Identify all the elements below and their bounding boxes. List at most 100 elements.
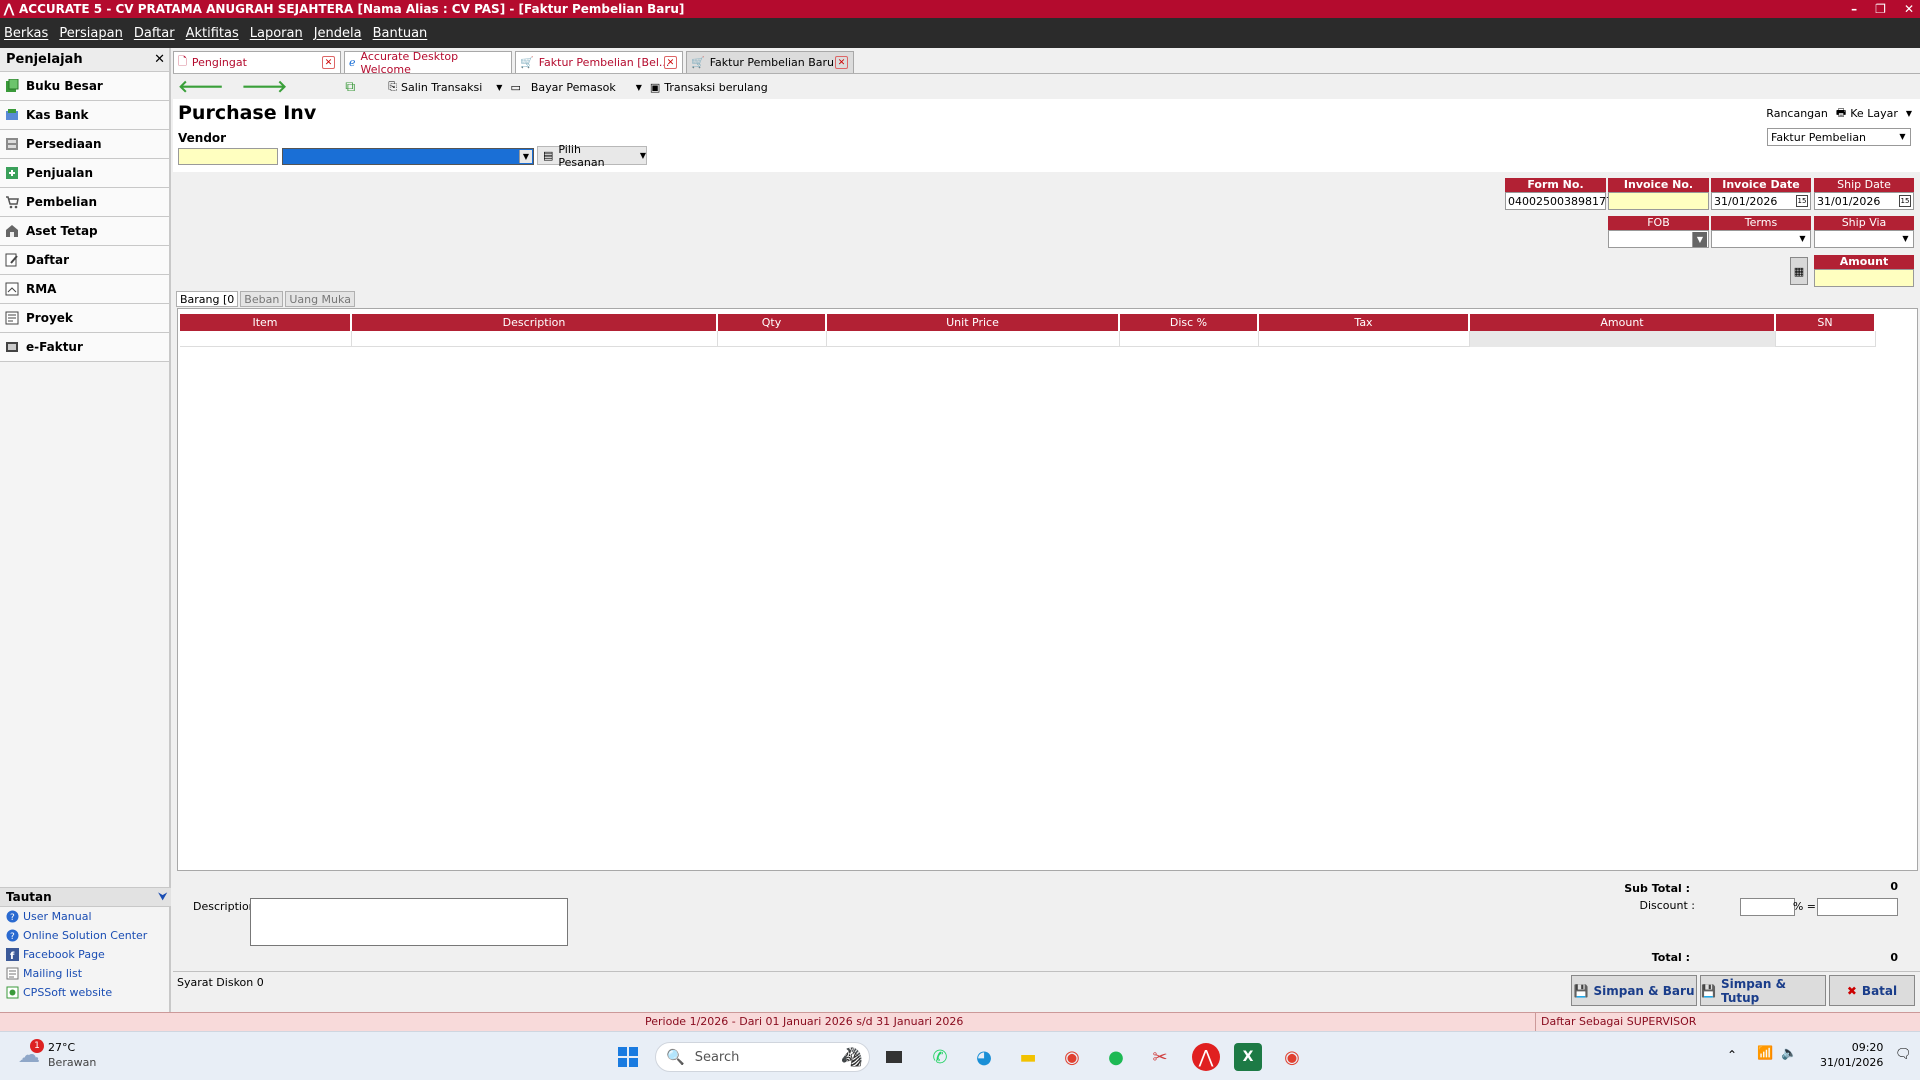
- collapse-icon[interactable]: ⮟: [159, 892, 168, 903]
- restore-icon[interactable]: ❐: [1875, 2, 1886, 16]
- salin-transaksi-button[interactable]: ⎘ Salin Transaksi ▼: [388, 80, 502, 94]
- edge-icon[interactable]: ◕: [970, 1043, 998, 1071]
- sidebar-item-e-faktur[interactable]: e-Faktur: [0, 333, 169, 362]
- ke-layar-button[interactable]: 🖶 Ke Layar ▼: [1836, 104, 1912, 123]
- cell-tax[interactable]: [1259, 331, 1470, 347]
- sidebar-item-kas-bank[interactable]: Kas Bank: [0, 101, 169, 130]
- col-tax[interactable]: Tax: [1259, 314, 1470, 331]
- vendor-code-input[interactable]: [178, 148, 278, 165]
- invoice-no-input[interactable]: [1608, 192, 1709, 210]
- sidebar-item-pembelian[interactable]: Pembelian: [0, 188, 169, 217]
- menu-berkas[interactable]: Berkas: [4, 26, 48, 41]
- fob-select[interactable]: ▼: [1608, 230, 1709, 248]
- menu-persiapan[interactable]: Persiapan: [59, 26, 123, 41]
- ship-via-select[interactable]: ▼: [1814, 230, 1914, 248]
- tab-barang[interactable]: Barang [0: [176, 291, 239, 307]
- menu-bantuan[interactable]: Bantuan: [373, 26, 428, 41]
- sidebar-item-persediaan[interactable]: Persediaan: [0, 130, 169, 159]
- link-facebook-page[interactable]: f Facebook Page: [0, 945, 171, 964]
- tab-close-icon[interactable]: ✕: [835, 56, 848, 69]
- description-textarea[interactable]: [250, 898, 568, 946]
- dropdown-icon[interactable]: ▼: [1899, 232, 1912, 245]
- sidebar-item-buku-besar[interactable]: Buku Besar: [0, 72, 169, 101]
- simpan-baru-button[interactable]: 💾 Simpan & Baru: [1571, 975, 1697, 1006]
- tab-close-icon[interactable]: ✕: [322, 56, 335, 69]
- cell-unit-price[interactable]: [827, 331, 1120, 347]
- col-description[interactable]: Description: [352, 314, 718, 331]
- notification-icon[interactable]: 🗨: [1895, 1047, 1912, 1062]
- tab-faktur-pembelian-baru[interactable]: 🛒 Faktur Pembelian Baru ✕: [686, 51, 854, 73]
- copy-doc-icon[interactable]: ⧉: [345, 79, 355, 95]
- file-explorer-icon[interactable]: ▬: [1014, 1043, 1042, 1071]
- sidebar-close-icon[interactable]: ✕: [154, 52, 165, 67]
- simpan-tutup-button[interactable]: 💾 Simpan & Tutup: [1700, 975, 1826, 1006]
- calendar-icon[interactable]: 15: [1899, 195, 1911, 207]
- link-cpssoft-website[interactable]: CPSSoft website: [0, 983, 171, 1002]
- snipping-tool-icon[interactable]: ✂: [1146, 1043, 1174, 1071]
- spotify-icon[interactable]: ●: [1102, 1043, 1130, 1071]
- tab-accurate-welcome[interactable]: ℯ Accurate Desktop Welcome: [344, 50, 512, 76]
- menu-jendela[interactable]: Jendela: [314, 26, 362, 41]
- tab-faktur-pembelian-bel[interactable]: 🛒 Faktur Pembelian [Bel... ✕: [515, 51, 683, 73]
- volume-icon[interactable]: 🔈: [1781, 1046, 1797, 1061]
- tab-close-icon[interactable]: ✕: [664, 56, 677, 69]
- col-disc[interactable]: Disc %: [1120, 314, 1259, 331]
- link-user-manual[interactable]: ? User Manual: [0, 907, 171, 926]
- forward-arrow-icon[interactable]: 🡒: [242, 77, 288, 97]
- menu-daftar[interactable]: Daftar: [134, 26, 175, 41]
- clock[interactable]: 09:20 31/01/2026: [1820, 1040, 1883, 1070]
- batal-button[interactable]: ✖ Batal: [1829, 975, 1915, 1006]
- close-icon[interactable]: ✕: [1904, 2, 1914, 16]
- cell-disc[interactable]: [1120, 331, 1259, 347]
- link-online-solution-center[interactable]: ? Online Solution Center: [0, 926, 171, 945]
- whatsapp-icon[interactable]: ✆: [926, 1043, 954, 1071]
- col-unit-price[interactable]: Unit Price: [827, 314, 1120, 331]
- cell-sn[interactable]: [1776, 331, 1876, 347]
- col-amount[interactable]: Amount: [1470, 314, 1776, 331]
- template-select[interactable]: Faktur Pembelian ▼: [1767, 128, 1911, 146]
- col-sn[interactable]: SN: [1776, 314, 1876, 331]
- sidebar-item-proyek[interactable]: Proyek: [0, 304, 169, 333]
- menu-laporan[interactable]: Laporan: [250, 26, 303, 41]
- taskbar-search[interactable]: 🔍 Search 🦓: [655, 1042, 870, 1072]
- calendar-icon[interactable]: 15: [1796, 195, 1808, 207]
- ship-date-input[interactable]: 31/01/2026 15: [1814, 192, 1914, 210]
- dropdown-icon[interactable]: ▼: [1896, 130, 1909, 143]
- tab-uang-muka[interactable]: Uang Muka: [285, 291, 355, 307]
- sidebar-item-penjualan[interactable]: Penjualan: [0, 159, 169, 188]
- discount-amount-input[interactable]: [1817, 898, 1898, 916]
- menu-aktifitas[interactable]: Aktifitas: [186, 26, 239, 41]
- back-arrow-icon[interactable]: 🡐: [178, 77, 224, 97]
- link-mailing-list[interactable]: Mailing list: [0, 964, 171, 983]
- excel-icon[interactable]: X: [1234, 1043, 1262, 1071]
- chrome-icon[interactable]: ◉: [1058, 1043, 1086, 1071]
- sidebar-item-daftar[interactable]: Daftar: [0, 246, 169, 275]
- chevron-up-icon[interactable]: ⌃: [1727, 1048, 1737, 1062]
- accurate-taskbar-icon[interactable]: ⋀: [1192, 1043, 1220, 1071]
- windows-start-icon[interactable]: [614, 1043, 642, 1071]
- cell-description[interactable]: [352, 331, 718, 347]
- wifi-icon[interactable]: 📶: [1757, 1046, 1773, 1061]
- calculator-icon[interactable]: ▦: [1790, 257, 1808, 285]
- col-qty[interactable]: Qty: [718, 314, 827, 331]
- form-no-input[interactable]: 0400250038981775: [1505, 192, 1620, 210]
- bayar-pemasok-button[interactable]: ▭ Bayar Pemasok ▼: [510, 81, 641, 94]
- dropdown-icon[interactable]: ▼: [636, 83, 642, 92]
- dropdown-icon[interactable]: ▼: [519, 150, 532, 163]
- sidebar-item-rma[interactable]: RMA: [0, 275, 169, 304]
- sidebar-item-aset-tetap[interactable]: Aset Tetap: [0, 217, 169, 246]
- cell-item[interactable]: [180, 331, 352, 347]
- tab-beban[interactable]: Beban: [240, 291, 284, 307]
- dropdown-icon[interactable]: ▼: [1692, 232, 1707, 247]
- task-view-icon[interactable]: [880, 1043, 908, 1071]
- weather-widget[interactable]: ☁ 1 27°C Berawan: [18, 1038, 96, 1070]
- dropdown-icon[interactable]: ▼: [1796, 232, 1809, 245]
- dropdown-icon[interactable]: ▼: [640, 151, 646, 160]
- transaksi-berulang-button[interactable]: ▣ Transaksi berulang: [650, 81, 768, 94]
- item-grid[interactable]: Item Description Qty Unit Price Disc % T…: [177, 308, 1918, 871]
- cell-qty[interactable]: [718, 331, 827, 347]
- terms-select[interactable]: ▼: [1711, 230, 1811, 248]
- minimize-icon[interactable]: –: [1851, 2, 1857, 16]
- pilih-pesanan-button[interactable]: ▤ Pilih Pesanan ▼: [537, 143, 647, 169]
- discount-percent-input[interactable]: [1740, 898, 1795, 916]
